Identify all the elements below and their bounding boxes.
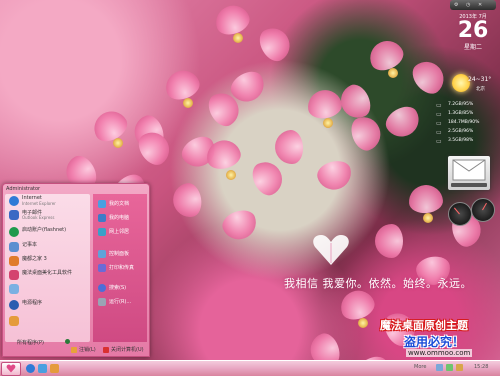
document-icon — [9, 284, 19, 294]
start-item-notepad[interactable]: 记事本 — [7, 240, 88, 254]
gadget-toolbar: ⚙ ◷ ✕ — [450, 0, 496, 10]
documents-icon — [98, 200, 106, 208]
browser-icon — [9, 196, 19, 206]
folder-icon — [9, 316, 19, 326]
game-icon — [9, 256, 19, 266]
weather-temperature: 24~31° — [468, 76, 492, 83]
wallpaper-message: 我相信 我爱你。依然。始终。永远。 — [284, 277, 472, 290]
start-item-unlabeled[interactable] — [7, 282, 88, 296]
browser-quicklaunch-icon[interactable] — [26, 364, 35, 373]
mail-status-bar — [451, 183, 487, 187]
calendar-gadget[interactable]: ⚙ ◷ ✕ 2013年 7月 26 星期二 — [448, 0, 498, 72]
memory-gauge[interactable] — [471, 198, 495, 222]
volume-icon[interactable] — [436, 364, 443, 371]
start-item-internet[interactable]: Internet Internet Explorer — [7, 194, 88, 208]
network-icon — [9, 227, 19, 237]
drive-meter-gadget[interactable]: ▭ 7.2GB/95% ▭ 1.3GB/85% ▭ 184.7MB/90% ▭ … — [436, 102, 498, 146]
start-menu-pinned-list: Internet Internet Explorer 电子邮件 Outlook … — [5, 194, 90, 346]
printer-icon — [98, 264, 106, 272]
drive-icon: ▭ — [436, 138, 442, 145]
control-panel-icon — [98, 250, 106, 258]
heart-logo-icon — [6, 364, 16, 373]
taskbar-clock[interactable]: 15:28 — [474, 364, 488, 370]
mail-gadget[interactable] — [448, 156, 490, 190]
close-icon[interactable]: ✕ — [478, 2, 482, 8]
search-icon — [98, 284, 106, 292]
cpu-gauge[interactable] — [448, 202, 472, 226]
clock-icon: ◷ — [466, 2, 471, 8]
run-icon — [98, 298, 106, 306]
folder-quicklaunch-icon[interactable] — [50, 364, 59, 373]
envelope-icon — [452, 159, 486, 181]
start-menu-footer: 注销(L) 关闭计算机(U) — [3, 343, 149, 356]
start-place-my-computer[interactable]: 我的电脑 — [96, 212, 146, 224]
computer-icon — [98, 214, 106, 222]
theme-tool-icon — [9, 270, 19, 280]
mail-icon — [9, 210, 19, 220]
calendar-weekday: 星期二 — [463, 44, 482, 51]
start-button[interactable] — [1, 362, 21, 376]
weather-gadget[interactable]: 24~31° 北京 — [452, 70, 498, 102]
settings-icon[interactable]: ⚙ — [454, 2, 458, 8]
power-icon — [9, 300, 19, 310]
watermark-subtitle: 盗用必究！ — [404, 335, 465, 349]
network-tray-icon[interactable] — [446, 364, 453, 371]
weather-city: 北京 — [476, 87, 485, 92]
start-item-email[interactable]: 电子邮件 Outlook Express — [7, 208, 88, 222]
logoff-button[interactable]: 注销(L) — [71, 346, 96, 353]
security-icon[interactable] — [456, 364, 463, 371]
start-place-my-documents[interactable]: 我的文档 — [96, 198, 146, 210]
start-place-network[interactable]: 网上邻居 — [96, 226, 146, 238]
drive-row: ▭ 3.5GB/98% — [436, 138, 474, 145]
desktop-quicklaunch-icon[interactable] — [38, 364, 47, 373]
start-menu-username: Administrator — [6, 186, 41, 192]
taskbar: More 15:28 — [0, 360, 500, 376]
notepad-icon — [9, 242, 19, 252]
start-menu: Administrator Internet Internet Explorer… — [2, 183, 150, 357]
drive-row: ▭ 2.5GB/96% — [436, 129, 474, 136]
shutdown-button[interactable]: 关闭计算机(U) — [103, 346, 144, 353]
start-place-search[interactable]: 搜索(S) — [96, 282, 146, 294]
drive-icon: ▭ — [436, 120, 442, 127]
start-item-theme-tool[interactable]: 魔法桌面美化工具软件 — [7, 268, 88, 282]
calendar-day: 26 — [457, 18, 489, 43]
drive-icon: ▭ — [436, 102, 442, 109]
tray-label[interactable]: More — [414, 364, 426, 370]
start-item-flashnet[interactable]: 启动账户(flashnet) — [7, 225, 88, 239]
watermark-url: www.ommoo.com — [406, 349, 473, 357]
drive-icon: ▭ — [436, 129, 442, 136]
start-item-game[interactable]: 魔都之家 3 — [7, 254, 88, 268]
power-off-icon — [103, 346, 109, 353]
drive-row: ▭ 1.3GB/85% — [436, 111, 474, 118]
drive-row: ▭ 7.2GB/95% — [436, 102, 474, 109]
drive-icon: ▭ — [436, 111, 442, 118]
heart-icon — [313, 235, 349, 265]
start-place-control-panel[interactable]: 控制面板 — [96, 248, 146, 260]
start-item-power[interactable]: 电源程序 — [7, 298, 88, 312]
drive-row: ▭ 184.7MB/90% — [436, 120, 480, 127]
start-place-run[interactable]: 运行(R)... — [96, 296, 146, 308]
start-place-printers[interactable]: 打印和传真 — [96, 262, 146, 274]
start-item-unlabeled[interactable] — [7, 314, 88, 328]
watermark-title: 魔法桌面原创主题 — [380, 319, 468, 332]
logoff-icon — [71, 346, 77, 353]
network-places-icon — [98, 228, 106, 236]
start-menu-places-list: 我的文档 我的电脑 网上邻居 控制面板 打印和传真 搜索(S) 运行(R)... — [93, 194, 147, 342]
